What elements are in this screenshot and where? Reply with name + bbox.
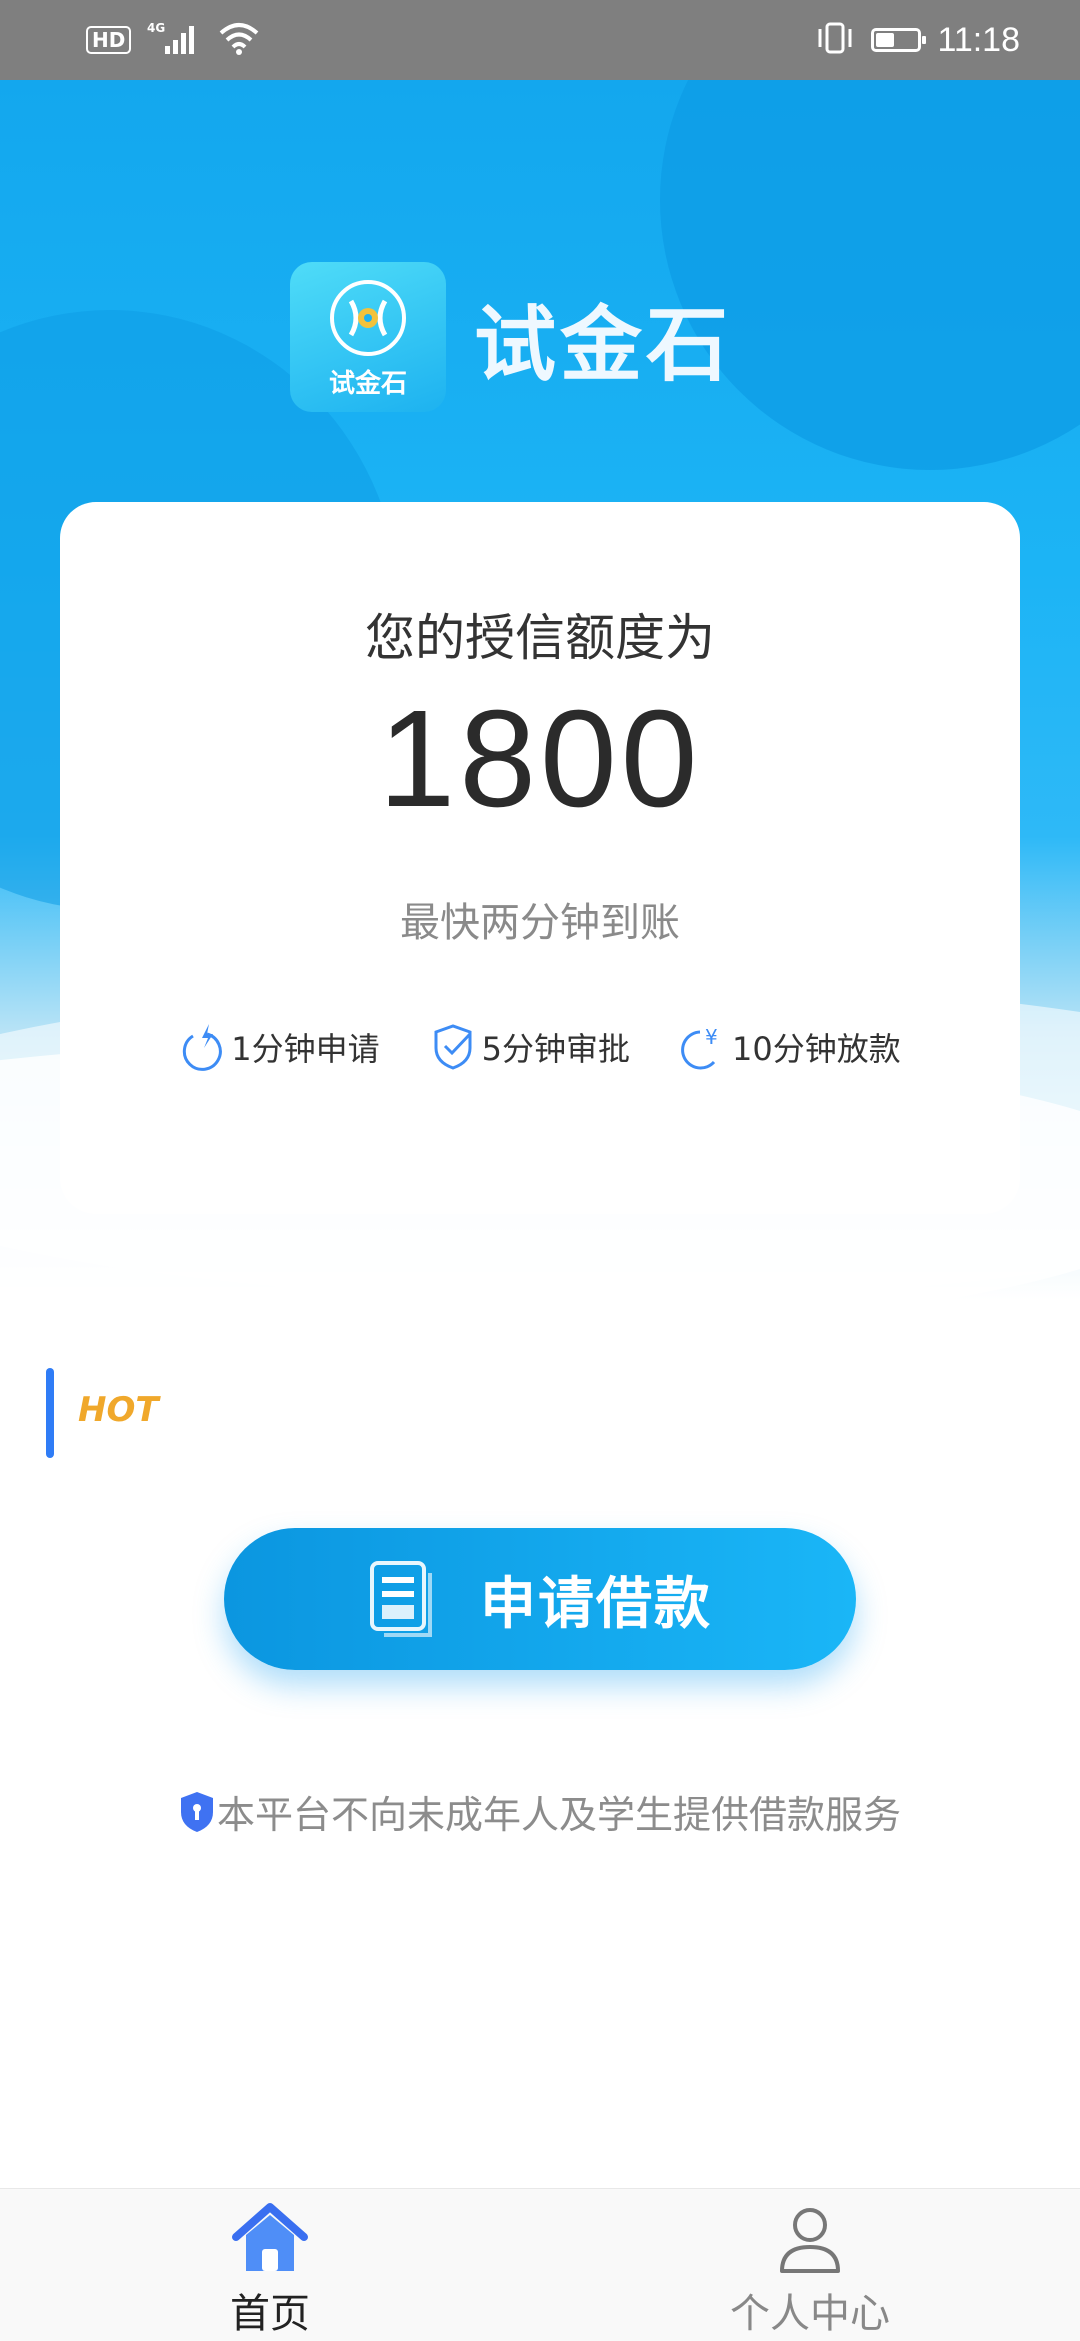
lightning-timer-icon xyxy=(183,1024,223,1071)
status-left: HD 4G xyxy=(86,20,259,60)
yen-timer-icon: ¥ xyxy=(681,1025,718,1070)
feature-list: 1分钟申请 5分钟审批 ¥ 10分钟放款 xyxy=(60,1022,1020,1072)
nav-item-home[interactable]: 首页 xyxy=(0,2189,540,2341)
signal-icon: 4G xyxy=(147,20,203,60)
hd-icon: HD xyxy=(86,26,132,54)
wifi-icon xyxy=(219,21,259,59)
bottom-nav: 首页 个人中心 xyxy=(0,2188,1080,2341)
signal-type-label: 4G xyxy=(147,21,165,35)
status-time: 11:18 xyxy=(937,20,1020,59)
hot-label: HOT xyxy=(78,1390,159,1430)
vibrate-icon xyxy=(815,21,855,59)
logo-mark-icon xyxy=(330,279,406,356)
notice-text: 本平台不向未成年人及学生提供借款服务 xyxy=(216,1793,901,1837)
brand-name: 试金石 xyxy=(474,297,733,393)
logo-text: 试金石 xyxy=(328,368,407,399)
feature-label: 1分钟申请 xyxy=(231,1030,380,1068)
apply-loan-button[interactable]: 申请借款 xyxy=(224,1528,856,1670)
nav-label-home: 首页 xyxy=(230,2291,310,2337)
nav-item-profile[interactable]: 个人中心 xyxy=(540,2189,1080,2341)
age-restriction-notice: 本平台不向未成年人及学生提供借款服务 xyxy=(0,1784,1080,1839)
feature-loan: ¥ 10分钟放款 xyxy=(680,1022,901,1072)
credit-limit-label: 您的授信额度为 xyxy=(365,609,715,667)
apply-loan-label: 申请借款 xyxy=(480,1571,712,1637)
battery-icon xyxy=(871,28,927,52)
feature-approve: 5分钟审批 xyxy=(430,1022,630,1072)
brand-header: 试金石 试金石 xyxy=(290,262,732,412)
feature-label: 10分钟放款 xyxy=(732,1030,901,1068)
credit-limit-subtitle: 最快两分钟到账 xyxy=(400,900,680,946)
credit-limit-amount: 1800 xyxy=(378,682,702,836)
feature-label: 5分钟审批 xyxy=(481,1030,630,1068)
document-icon xyxy=(370,1561,432,1637)
shield-check-icon xyxy=(434,1024,472,1070)
credit-limit-card: 您的授信额度为 1800 最快两分钟到账 1分钟申请 5分钟审批 ¥ 10分钟放… xyxy=(60,502,1020,1214)
status-bar: HD 4G 11:18 xyxy=(0,0,1080,80)
feature-apply: 1分钟申请 xyxy=(179,1022,380,1072)
home-icon xyxy=(232,2203,308,2271)
hot-indicator-bar xyxy=(46,1368,54,1458)
status-right: 11:18 xyxy=(815,21,1020,60)
svg-text:¥: ¥ xyxy=(705,1025,718,1049)
shield-lock-icon xyxy=(180,1791,213,1832)
app-logo: 试金石 xyxy=(290,262,446,412)
person-icon xyxy=(780,2208,840,2273)
nav-label-profile: 个人中心 xyxy=(730,2291,890,2337)
